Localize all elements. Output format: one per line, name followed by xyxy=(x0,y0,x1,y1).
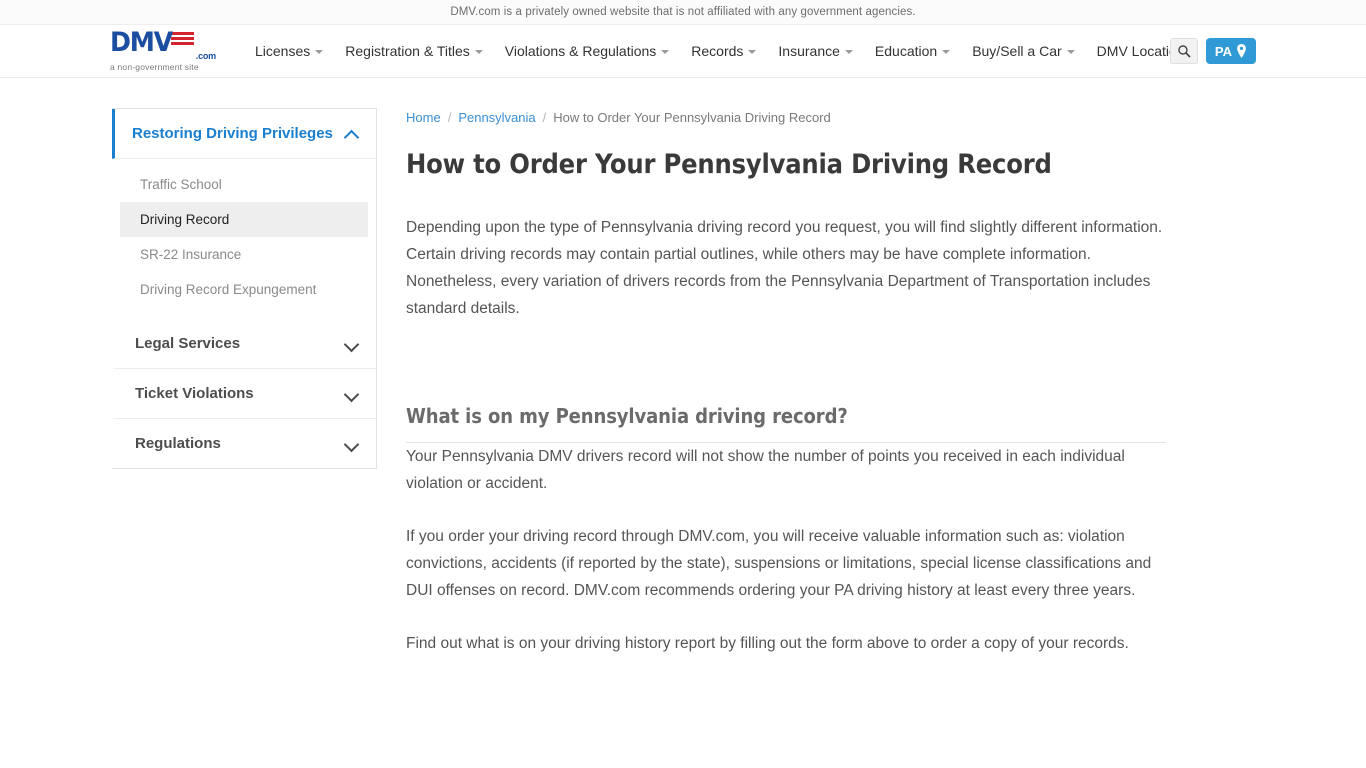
page-title: How to Order Your Pennsylvania Driving R… xyxy=(406,149,1052,180)
section-heading: What is on my Pennsylvania driving recor… xyxy=(406,404,1166,443)
sidebar-item-driving-record[interactable]: Driving Record xyxy=(120,202,368,237)
chevron-down-icon xyxy=(844,50,853,54)
nav-item-registration-titles[interactable]: Registration & Titles xyxy=(334,43,494,59)
main-content: Home / Pennsylvania / How to Order Your … xyxy=(406,108,1166,683)
sidebar-section-regulations[interactable]: Regulations xyxy=(112,419,376,468)
sidebar-item-label: Traffic School xyxy=(140,177,222,192)
site-logo[interactable]: DMV .com a non-government site xyxy=(110,27,222,72)
sidebar-section-label: Regulations xyxy=(135,435,221,452)
chevron-down-icon xyxy=(1066,50,1075,54)
sidebar-section-ticket-violations[interactable]: Ticket Violations xyxy=(112,369,376,419)
sidebar-item-label: Driving Record Expungement xyxy=(140,282,317,297)
main-navigation: Licenses Registration & Titles Violation… xyxy=(244,43,1203,59)
nav-label: Insurance xyxy=(778,43,840,59)
paragraph-2: If you order your driving record through… xyxy=(406,528,1152,599)
sidebar-item-label: SR-22 Insurance xyxy=(140,247,242,262)
nav-item-education[interactable]: Education xyxy=(864,43,961,59)
sidebar-item-sr-22-insurance[interactable]: SR-22 Insurance xyxy=(120,237,368,272)
nav-label: Licenses xyxy=(255,43,311,59)
nav-label: Violations & Regulations xyxy=(504,43,657,59)
state-selector-button[interactable]: PA xyxy=(1205,38,1256,64)
breadcrumb-home-link[interactable]: Home xyxy=(406,110,441,125)
chevron-down-icon xyxy=(345,437,358,450)
site-header: DMV .com a non-government site Licenses … xyxy=(0,25,1366,78)
sidebar-section-body: Traffic School Driving Record SR-22 Insu… xyxy=(112,159,376,319)
nav-item-insurance[interactable]: Insurance xyxy=(767,43,863,59)
nav-label: Records xyxy=(691,43,744,59)
sidebar-section-label: Ticket Violations xyxy=(135,385,254,402)
nav-item-violations-regulations[interactable]: Violations & Regulations xyxy=(494,43,681,59)
nav-item-buy-sell-a-car[interactable]: Buy/Sell a Car xyxy=(961,43,1085,59)
map-pin-icon xyxy=(1237,44,1246,58)
nav-label: Education xyxy=(874,43,938,59)
chevron-down-icon xyxy=(345,337,358,350)
search-button[interactable] xyxy=(1169,38,1198,64)
disclaimer-text: DMV.com is a privately owned website tha… xyxy=(450,6,916,18)
sidebar-section-restoring-driving-privileges[interactable]: Restoring Driving Privileges xyxy=(112,109,376,159)
sidebar-section-label: Restoring Driving Privileges xyxy=(132,125,333,142)
logo-wordmark: DMV xyxy=(110,27,173,58)
flag-stripes-icon xyxy=(170,30,194,45)
chevron-down-icon xyxy=(315,50,324,54)
state-label: PA xyxy=(1214,43,1232,59)
sidebar-item-driving-record-expungement[interactable]: Driving Record Expungement xyxy=(120,272,368,307)
paragraph-3: Find out what is on your driving history… xyxy=(406,635,1129,652)
sidebar-item-traffic-school[interactable]: Traffic School xyxy=(120,167,368,202)
chevron-up-icon xyxy=(345,127,358,140)
paragraph-1: Your Pennsylvania DMV drivers record wil… xyxy=(406,448,1125,492)
chevron-down-icon xyxy=(748,50,757,54)
page-body: Restoring Driving Privileges Traffic Sch… xyxy=(0,78,1366,683)
chevron-down-icon xyxy=(474,50,483,54)
chevron-down-icon xyxy=(661,50,670,54)
header-actions: PA xyxy=(1169,38,1256,64)
breadcrumb: Home / Pennsylvania / How to Order Your … xyxy=(406,110,1166,125)
sidebar-section-legal-services[interactable]: Legal Services xyxy=(112,319,376,369)
sidebar-section-label: Legal Services xyxy=(135,335,241,352)
breadcrumb-separator: / xyxy=(542,110,547,125)
sidebar-item-label: Driving Record xyxy=(140,212,230,227)
nav-label: Registration & Titles xyxy=(345,43,470,59)
sidebar-navigation: Restoring Driving Privileges Traffic Sch… xyxy=(112,108,377,469)
chevron-down-icon xyxy=(942,50,951,54)
nav-item-licenses[interactable]: Licenses xyxy=(244,43,334,59)
search-icon xyxy=(1178,45,1191,58)
disclaimer-bar: DMV.com is a privately owned website tha… xyxy=(0,0,1366,25)
breadcrumb-current-page: How to Order Your Pennsylvania Driving R… xyxy=(553,110,831,125)
nav-label: Buy/Sell a Car xyxy=(972,43,1062,59)
intro-paragraph: Depending upon the type of Pennsylvania … xyxy=(406,219,1163,317)
logo-tagline: a non-government site xyxy=(110,62,199,72)
breadcrumb-state-link[interactable]: Pennsylvania xyxy=(458,110,535,125)
nav-item-records[interactable]: Records xyxy=(680,43,767,59)
chevron-down-icon xyxy=(345,387,358,400)
breadcrumb-separator: / xyxy=(447,110,452,125)
